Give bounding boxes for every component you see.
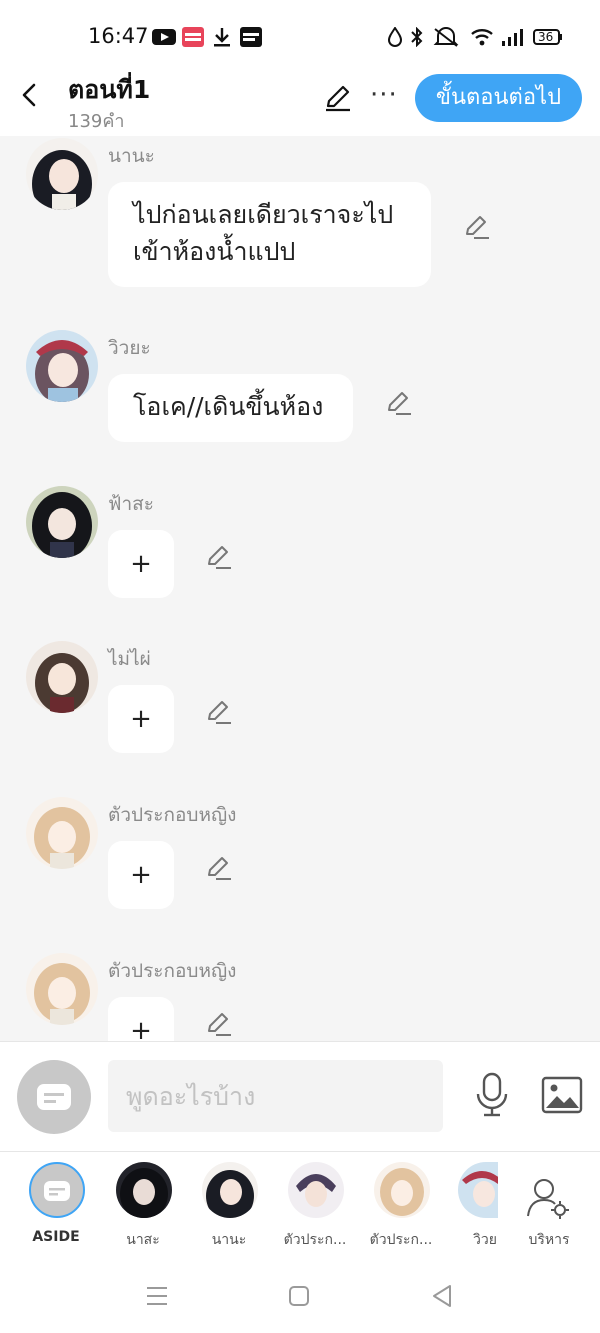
avatar: [288, 1162, 344, 1218]
mangatoon-icon: [182, 27, 204, 47]
character-label: นาสะ: [126, 1232, 160, 1248]
character-aside[interactable]: ASIDE: [13, 1162, 99, 1254]
back-icon[interactable]: [430, 1283, 454, 1309]
bluetooth-icon: [411, 27, 423, 47]
edit-icon[interactable]: [204, 542, 234, 572]
aside-avatar: [29, 1162, 85, 1218]
message-line: ไปก่อนเลยเดียวเราจะไป: [133, 200, 394, 229]
wifi-icon: [471, 29, 493, 46]
image-icon[interactable]: [541, 1076, 583, 1114]
edit-icon[interactable]: [384, 388, 414, 418]
battery-level: 36: [538, 30, 554, 44]
aside-message-icon: [37, 1084, 71, 1110]
avatar[interactable]: [26, 486, 98, 558]
word-count: 139คำ: [68, 111, 125, 132]
character-bar: ASIDE นาสะ นานะ ตัวประก... ตัวประก... วิ…: [0, 1151, 600, 1259]
composer-bar: [0, 1041, 600, 1151]
silent-icon: [433, 27, 459, 47]
character-item[interactable]: ตัวประก...: [272, 1162, 358, 1254]
top-bar: ตอนที่1 139คำ ··· ขั้นตอนต่อไป: [0, 62, 600, 136]
sender-name: ตัวประกอบหญิง: [108, 960, 237, 982]
add-message-button[interactable]: +: [108, 997, 174, 1041]
edit-icon[interactable]: [462, 212, 492, 242]
character-item[interactable]: นาสะ: [100, 1162, 186, 1254]
next-step-button[interactable]: ขั้นตอนต่อไป: [415, 74, 582, 122]
message-input[interactable]: [108, 1060, 443, 1132]
system-nav-bar: [0, 1259, 600, 1333]
drop-icon: [387, 27, 403, 47]
home-icon[interactable]: [288, 1285, 310, 1307]
avatar[interactable]: [26, 138, 98, 210]
status-time: 16:47: [88, 24, 149, 48]
sender-name: ไม่ไผ่: [108, 648, 151, 670]
message-input-box[interactable]: [108, 1060, 443, 1132]
more-options-button[interactable]: ···: [370, 80, 398, 110]
add-message-button[interactable]: +: [108, 530, 174, 598]
message-bubble[interactable]: โอเค//เดินขึ้นห้อง: [108, 374, 353, 442]
message-line: โอเค//เดินขึ้นห้อง: [133, 392, 324, 421]
character-label: ASIDE: [32, 1229, 80, 1245]
add-message-button[interactable]: +: [108, 841, 174, 909]
character-item[interactable]: นานะ: [186, 1162, 272, 1254]
manage-users-icon: [527, 1179, 569, 1219]
aside-message-icon: [44, 1181, 70, 1201]
avatar: [116, 1162, 172, 1218]
edit-icon[interactable]: [204, 853, 234, 883]
character-label: บริหาร: [528, 1232, 570, 1248]
avatar: [458, 1162, 498, 1218]
aside-toggle-button[interactable]: [17, 1060, 91, 1134]
edit-title-icon[interactable]: [322, 82, 354, 114]
signal-icon: [502, 29, 523, 46]
character-item[interactable]: ตัวประก...: [358, 1162, 444, 1254]
avatar: [202, 1162, 258, 1218]
sender-name: นานะ: [108, 145, 155, 167]
message-bubble[interactable]: ไปก่อนเลยเดียวเราจะไป เข้าห้องน้ำแปป: [108, 182, 431, 287]
character-label: ตัวประก...: [369, 1232, 433, 1248]
sender-name: ฟ้าสะ: [108, 493, 154, 515]
webtoon-icon: [240, 27, 262, 47]
youtube-icon: [152, 29, 176, 45]
message-line: เข้าห้องน้ำแปป: [133, 237, 296, 266]
download-icon: [214, 28, 230, 47]
character-label: ตัวประก...: [283, 1232, 347, 1248]
sender-name: วิวยะ: [108, 337, 151, 359]
manage-characters-button[interactable]: บริหาร: [506, 1162, 592, 1254]
microphone-icon[interactable]: [474, 1072, 510, 1118]
avatar[interactable]: [26, 953, 98, 1025]
back-arrow-icon[interactable]: [16, 80, 46, 110]
chapter-title: ตอนที่1: [68, 75, 151, 104]
add-message-button[interactable]: +: [108, 685, 174, 753]
avatar[interactable]: [26, 797, 98, 869]
status-bar: 16:47 36: [0, 0, 600, 62]
chat-area: นานะ ไปก่อนเลยเดียวเราจะไป เข้าห้องน้ำแป…: [0, 136, 600, 1041]
edit-icon[interactable]: [204, 697, 234, 727]
avatar[interactable]: [26, 641, 98, 713]
avatar[interactable]: [26, 330, 98, 402]
edit-icon[interactable]: [204, 1009, 234, 1039]
character-label: นานะ: [211, 1232, 247, 1248]
sender-name: ตัวประกอบหญิง: [108, 804, 237, 826]
menu-icon[interactable]: [145, 1285, 169, 1307]
avatar: [374, 1162, 430, 1218]
